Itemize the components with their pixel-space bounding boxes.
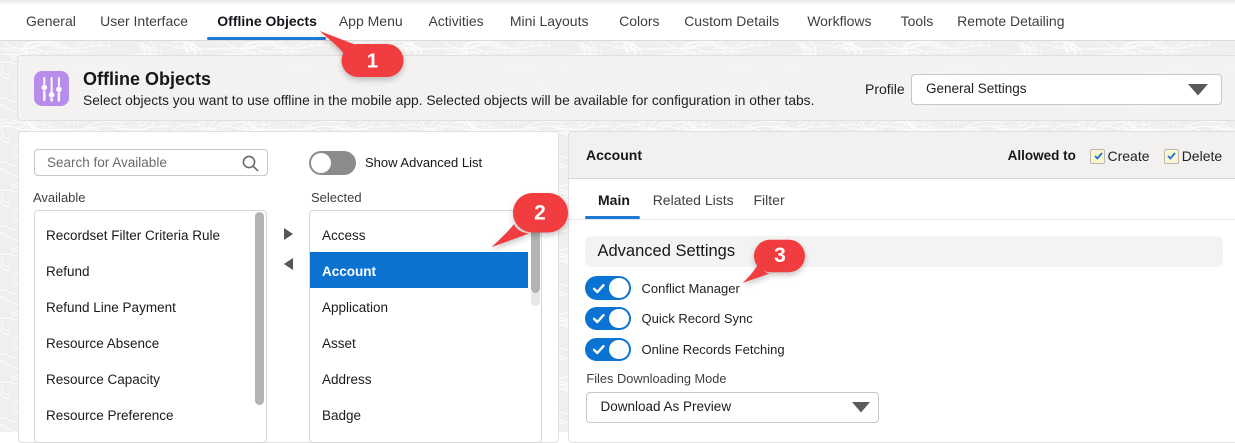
svg-text:2: 2 <box>534 202 546 225</box>
svg-text:3: 3 <box>774 244 786 267</box>
svg-text:1: 1 <box>367 50 378 73</box>
